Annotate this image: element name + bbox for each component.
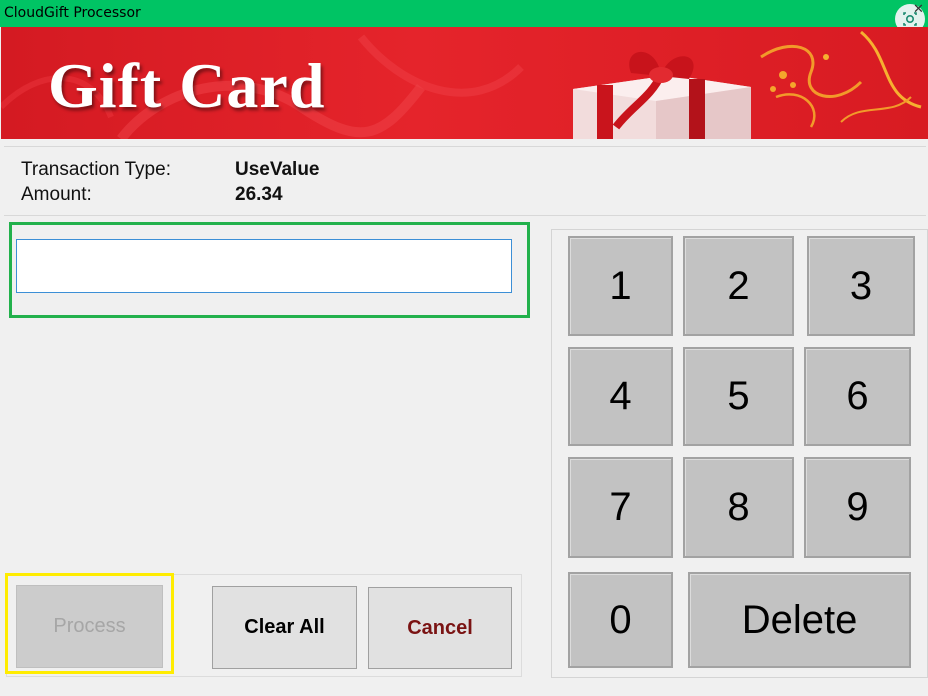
process-button-highlight bbox=[5, 573, 174, 674]
key-1[interactable]: 1 bbox=[568, 236, 673, 336]
amount-value: 26.34 bbox=[235, 184, 283, 205]
delete-key[interactable]: Delete bbox=[688, 572, 911, 668]
key-8[interactable]: 8 bbox=[683, 457, 794, 558]
transaction-type-label: Transaction Type: bbox=[21, 159, 171, 180]
key-5[interactable]: 5 bbox=[683, 347, 794, 446]
banner-title: Gift Card bbox=[48, 50, 326, 121]
key-0[interactable]: 0 bbox=[568, 572, 673, 668]
title-bar: CloudGift Processor bbox=[0, 0, 928, 27]
gift-box-icon bbox=[573, 30, 922, 139]
key-6[interactable]: 6 bbox=[804, 347, 911, 446]
key-4[interactable]: 4 bbox=[568, 347, 673, 446]
card-number-input[interactable] bbox=[16, 239, 512, 293]
key-7[interactable]: 7 bbox=[568, 457, 673, 558]
gift-card-banner: Gift Card bbox=[1, 27, 928, 139]
key-9[interactable]: 9 bbox=[804, 457, 911, 558]
key-2[interactable]: 2 bbox=[683, 236, 794, 336]
cancel-button[interactable]: Cancel bbox=[368, 587, 512, 669]
key-3[interactable]: 3 bbox=[807, 236, 915, 336]
amount-label: Amount: bbox=[21, 184, 92, 205]
window-title: CloudGift Processor bbox=[4, 5, 141, 21]
transaction-info-panel: Transaction Type: UseValue Amount: 26.34 bbox=[4, 146, 926, 216]
clear-all-button[interactable]: Clear All bbox=[212, 586, 357, 669]
close-icon[interactable]: ✕ bbox=[913, 2, 924, 16]
transaction-type-value: UseValue bbox=[235, 159, 320, 180]
